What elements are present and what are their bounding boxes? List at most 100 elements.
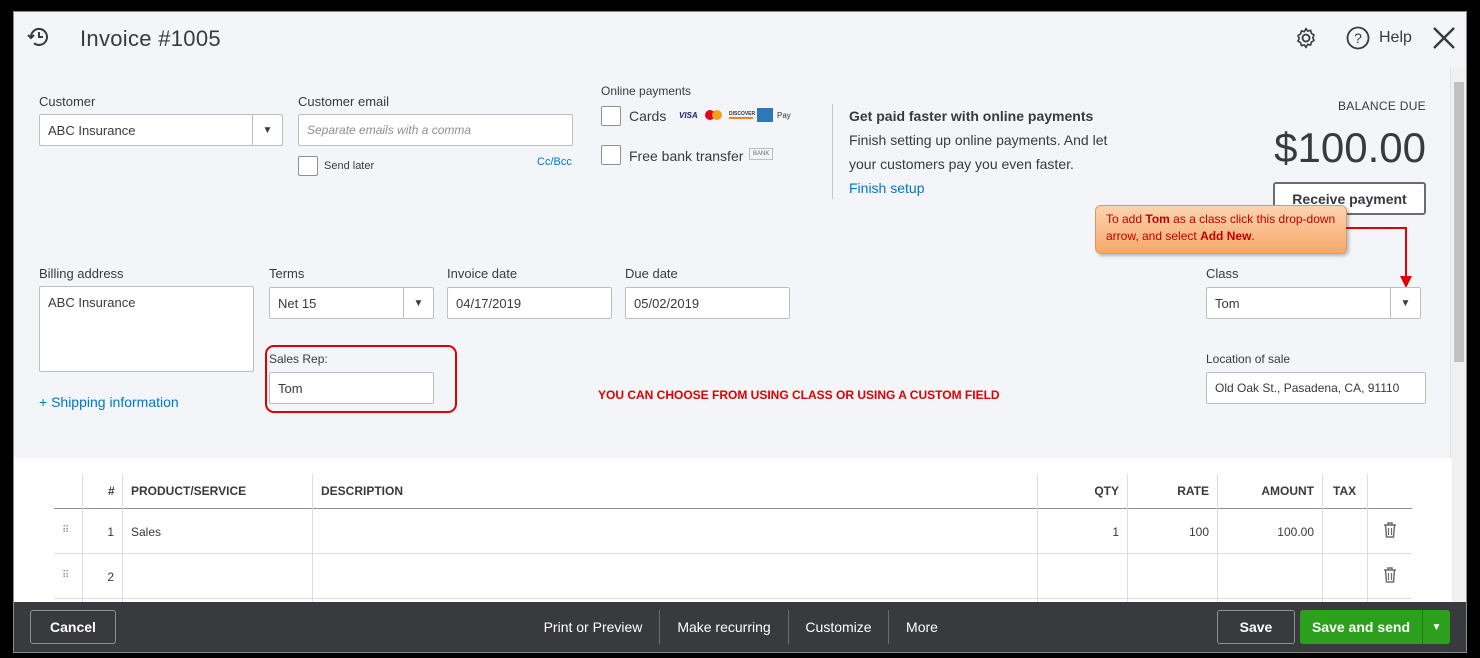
table-header-bottom <box>54 508 1412 509</box>
save-button[interactable]: Save <box>1217 610 1295 644</box>
finish-setup-link[interactable]: Finish setup <box>849 180 924 196</box>
col-header-qty: QTY <box>1094 484 1119 498</box>
location-label: Location of sale <box>1206 352 1291 366</box>
class-select[interactable]: Tom ▼ <box>1206 287 1421 319</box>
billing-address-value: ABC Insurance <box>48 295 136 310</box>
recent-transactions-icon[interactable] <box>26 24 52 50</box>
due-date-label: Due date <box>625 266 678 281</box>
sales-rep-value: Tom <box>278 380 303 396</box>
footer-separator <box>888 610 889 644</box>
terms-value: Net 15 <box>278 295 317 311</box>
cancel-button[interactable]: Cancel <box>30 610 116 644</box>
customer-email-placeholder: Separate emails with a comma <box>307 123 472 137</box>
row-qty[interactable]: 1 <box>1054 525 1119 539</box>
billing-address-label: Billing address <box>39 266 124 281</box>
footer-bar: Cancel Print or Preview Make recurring C… <box>14 602 1466 652</box>
help-label[interactable]: Help <box>1379 29 1412 47</box>
row-number: 1 <box>107 525 114 539</box>
trash-icon[interactable] <box>1383 567 1397 588</box>
more-button[interactable]: More <box>894 610 950 644</box>
col-divider <box>312 474 313 602</box>
apple-pay-logo-icon: Pay <box>777 110 791 120</box>
customer-value: ABC Insurance <box>48 122 136 138</box>
svg-text:?: ? <box>1354 30 1362 46</box>
customer-label: Customer <box>39 94 96 109</box>
callout-bold-add-new: Add New <box>1200 229 1252 243</box>
col-header-description: DESCRIPTION <box>321 484 404 498</box>
save-options-chevron-down-icon[interactable]: ▼ <box>1422 610 1450 644</box>
row-divider <box>54 553 1412 554</box>
terms-select[interactable]: Net 15 ▼ <box>269 287 434 319</box>
bank-transfer-checkbox[interactable] <box>601 145 621 165</box>
callout-text-pre: To add <box>1106 212 1146 226</box>
row-divider <box>54 598 1412 599</box>
col-header-product: PRODUCT/SERVICE <box>131 484 247 498</box>
chevron-down-icon[interactable]: ▼ <box>1390 288 1420 318</box>
col-divider <box>1367 474 1368 602</box>
chevron-down-icon[interactable]: ▼ <box>403 288 433 318</box>
sales-rep-label: Sales Rep: <box>269 352 328 366</box>
row-product[interactable]: Sales <box>131 525 161 539</box>
due-date-field[interactable]: 05/02/2019 <box>625 287 790 319</box>
page-title: Invoice #1005 <box>80 26 221 51</box>
customer-email-label: Customer email <box>298 94 390 109</box>
invoice-date-label: Invoice date <box>447 266 518 281</box>
online-payments-label: Online payments <box>601 84 692 98</box>
promo-line-2: your customers pay you even faster. <box>849 156 1074 172</box>
drag-handle-icon[interactable]: ⠿ <box>62 525 69 536</box>
col-header-tax: TAX <box>1333 484 1357 498</box>
customer-email-field[interactable]: Separate emails with a comma <box>298 114 573 146</box>
row-rate[interactable]: 100 <box>1144 525 1209 539</box>
billing-address-field[interactable]: ABC Insurance <box>39 286 254 372</box>
col-divider <box>82 474 83 602</box>
promo-title: Get paid faster with online payments <box>849 108 1094 124</box>
mastercard-logo-icon <box>705 110 725 120</box>
print-preview-button[interactable]: Print or Preview <box>534 610 652 644</box>
customer-select[interactable]: ABC Insurance ▼ <box>39 114 283 146</box>
divider <box>832 104 833 199</box>
callout-text-end: . <box>1251 229 1255 243</box>
card-brand-logos: VISA DISCOVER Pay <box>679 108 799 122</box>
footer-separator <box>659 610 660 644</box>
visa-logo-icon: VISA <box>679 110 698 120</box>
bank-badge: BANK <box>749 148 774 160</box>
send-later-label: Send later <box>324 160 375 172</box>
discover-logo-icon: DISCOVER <box>729 111 756 119</box>
trash-icon[interactable] <box>1383 522 1397 543</box>
footer-separator <box>788 610 789 644</box>
terms-label: Terms <box>269 266 305 281</box>
col-divider <box>1322 474 1323 602</box>
balance-due-label: BALANCE DUE <box>1338 99 1426 113</box>
location-field[interactable]: Old Oak St., Pasadena, CA, 91110 <box>1206 372 1426 404</box>
close-icon[interactable] <box>1430 24 1458 52</box>
bank-transfer-label: Free bank transfer <box>629 148 744 164</box>
due-date-value: 05/02/2019 <box>634 295 700 311</box>
col-divider <box>1037 474 1038 602</box>
col-header-amount: AMOUNT <box>1261 484 1314 498</box>
row-amount[interactable]: 100.00 <box>1234 525 1314 539</box>
shipping-information-link[interactable]: + Shipping information <box>39 394 179 410</box>
drag-handle-icon[interactable]: ⠿ <box>62 570 69 581</box>
balance-due-amount: $100.00 <box>1274 124 1426 171</box>
send-later-checkbox[interactable] <box>298 156 318 176</box>
col-divider <box>1217 474 1218 602</box>
location-value: Old Oak St., Pasadena, CA, 91110 <box>1215 381 1400 395</box>
chevron-down-icon[interactable]: ▼ <box>252 115 282 145</box>
col-header-number: # <box>108 484 115 498</box>
cc-bcc-link[interactable]: Cc/Bcc <box>537 156 572 168</box>
invoice-window: Invoice #1005 ? Help Customer ABC Insura… <box>13 11 1467 653</box>
save-and-send-button[interactable]: Save and send <box>1300 610 1422 644</box>
class-label: Class <box>1206 266 1239 281</box>
col-divider <box>122 474 123 602</box>
screenshot-frame: Invoice #1005 ? Help Customer ABC Insura… <box>0 0 1480 658</box>
cards-checkbox[interactable] <box>601 106 621 126</box>
sales-rep-field[interactable]: Tom <box>269 372 434 404</box>
help-icon[interactable]: ? <box>1345 25 1371 51</box>
scrollbar[interactable] <box>1450 68 1466 608</box>
customize-button[interactable]: Customize <box>796 610 881 644</box>
make-recurring-button[interactable]: Make recurring <box>666 610 782 644</box>
gear-icon[interactable] <box>1293 25 1319 51</box>
scrollbar-thumb[interactable] <box>1454 82 1464 362</box>
invoice-date-field[interactable]: 04/17/2019 <box>447 287 612 319</box>
callout-bold-tom: Tom <box>1145 212 1170 226</box>
